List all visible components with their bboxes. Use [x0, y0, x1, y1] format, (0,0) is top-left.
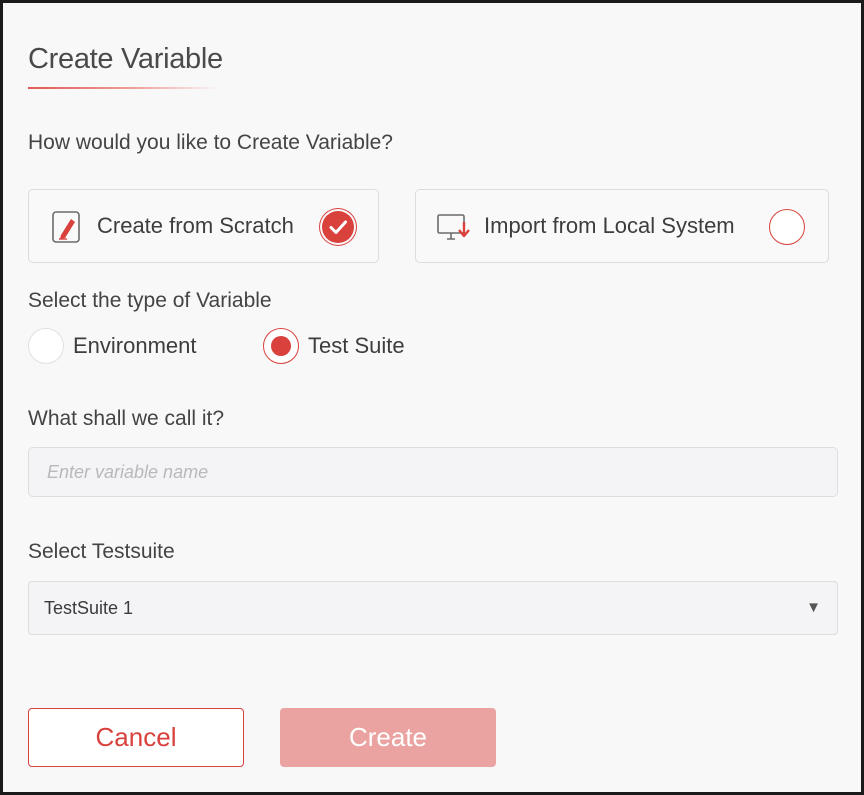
title-underline	[28, 87, 220, 89]
creation-method-question: How would you like to Create Variable?	[28, 131, 393, 154]
radio-environment-label[interactable]: Environment	[73, 333, 197, 359]
option-label: Import from Local System	[484, 213, 735, 238]
testsuite-question: Select Testsuite	[28, 540, 175, 563]
radio-environment[interactable]	[28, 328, 64, 364]
option-label: Create from Scratch	[97, 213, 294, 238]
selected-check-icon	[322, 211, 354, 243]
variable-name-question: What shall we call it?	[28, 407, 225, 430]
cancel-button[interactable]: Cancel	[28, 708, 244, 767]
testsuite-select[interactable]: TestSuite 1 ▼	[28, 581, 838, 635]
dialog-title: Create Variable	[28, 43, 223, 75]
create-button[interactable]: Create	[280, 708, 496, 767]
edit-document-icon	[49, 210, 83, 244]
unselected-circle-icon	[769, 209, 805, 245]
radio-test-suite-label[interactable]: Test Suite	[308, 333, 405, 359]
testsuite-select-value: TestSuite 1	[44, 598, 134, 618]
radio-selected-dot	[271, 336, 291, 356]
option-create-from-scratch[interactable]: Create from Scratch	[28, 189, 379, 263]
option-import-from-local-system[interactable]: Import from Local System	[415, 189, 829, 263]
variable-type-question: Select the type of Variable	[28, 289, 272, 312]
monitor-download-icon	[436, 210, 470, 244]
variable-name-input[interactable]	[28, 447, 838, 497]
create-variable-dialog: Create Variable How would you like to Cr…	[0, 0, 864, 795]
dropdown-arrow-icon: ▼	[806, 599, 821, 616]
radio-test-suite[interactable]	[263, 328, 299, 364]
